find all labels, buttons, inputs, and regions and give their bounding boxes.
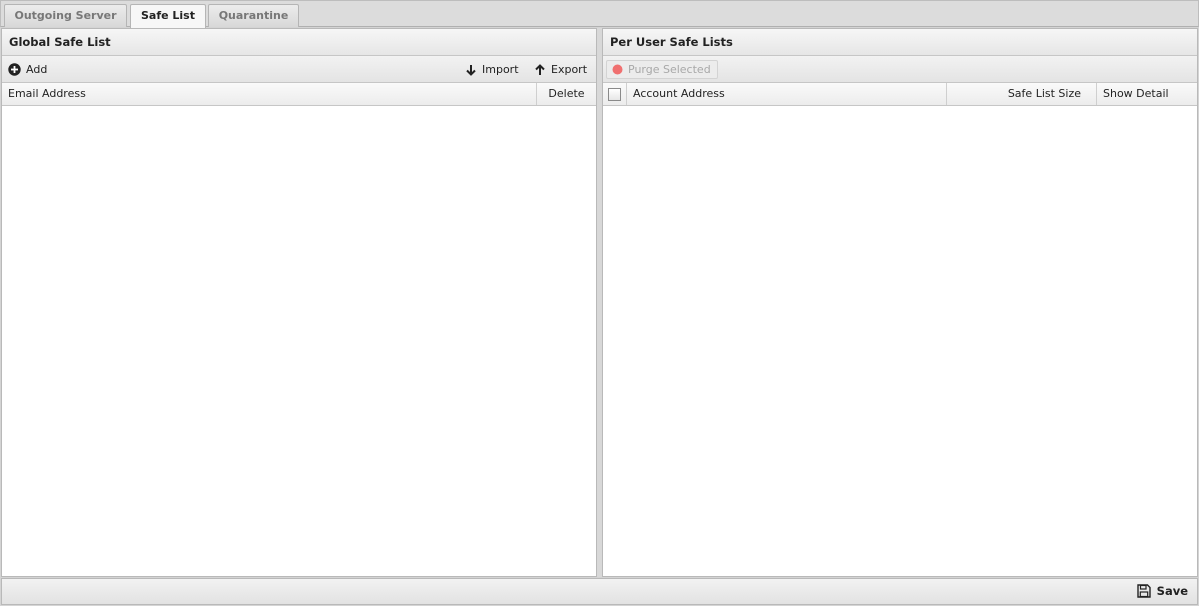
purge-selected-button[interactable]: Purge Selected	[606, 60, 718, 79]
panel-title: Global Safe List	[2, 29, 596, 56]
save-button-label: Save	[1156, 584, 1188, 598]
add-button-label: Add	[26, 62, 48, 76]
per-user-safe-lists-panel: Per User Safe Lists Purge Selected Accou…	[602, 28, 1198, 577]
red-dot-icon	[612, 64, 623, 75]
user-grid-body[interactable]	[603, 106, 1197, 576]
footer-bar: Save	[1, 578, 1198, 605]
column-account-address[interactable]: Account Address	[627, 83, 947, 105]
tab-quarantine[interactable]: Quarantine	[208, 4, 299, 27]
floppy-disk-icon	[1136, 584, 1151, 598]
user-grid-header: Account Address Safe List Size Show Deta…	[603, 83, 1197, 106]
add-button[interactable]: Add	[8, 60, 47, 79]
column-select-all	[603, 83, 627, 105]
tab-bar: Outgoing Server Safe List Quarantine	[0, 0, 1199, 28]
save-button[interactable]: Save	[1136, 584, 1188, 598]
global-safe-list-panel: Global Safe List Add Import Export Email…	[1, 28, 597, 577]
select-all-checkbox[interactable]	[608, 88, 621, 101]
tab-label: Safe List	[140, 9, 195, 22]
tab-label: Outgoing Server	[14, 9, 117, 22]
tab-safe-list[interactable]: Safe List	[130, 4, 206, 28]
column-delete[interactable]: Delete	[537, 83, 596, 105]
column-email-address[interactable]: Email Address	[2, 83, 537, 105]
plus-circle-icon	[8, 63, 21, 76]
export-button[interactable]: Export	[534, 60, 587, 79]
user-toolbar: Purge Selected	[603, 56, 1197, 83]
global-grid-header: Email Address Delete	[2, 83, 596, 106]
panel-title: Per User Safe Lists	[603, 29, 1197, 56]
purge-selected-label: Purge Selected	[628, 62, 711, 76]
arrow-up-icon	[535, 63, 545, 75]
import-button-label: Import	[482, 62, 519, 76]
column-show-detail[interactable]: Show Detail	[1097, 83, 1197, 105]
tab-outgoing-server[interactable]: Outgoing Server	[4, 4, 127, 27]
tab-label: Quarantine	[218, 9, 289, 22]
global-toolbar: Add Import Export	[2, 56, 596, 83]
global-grid-body[interactable]	[2, 106, 596, 576]
import-button[interactable]: Import	[465, 60, 519, 79]
column-safe-list-size[interactable]: Safe List Size	[947, 83, 1097, 105]
export-button-label: Export	[551, 62, 588, 76]
arrow-down-icon	[466, 64, 476, 76]
